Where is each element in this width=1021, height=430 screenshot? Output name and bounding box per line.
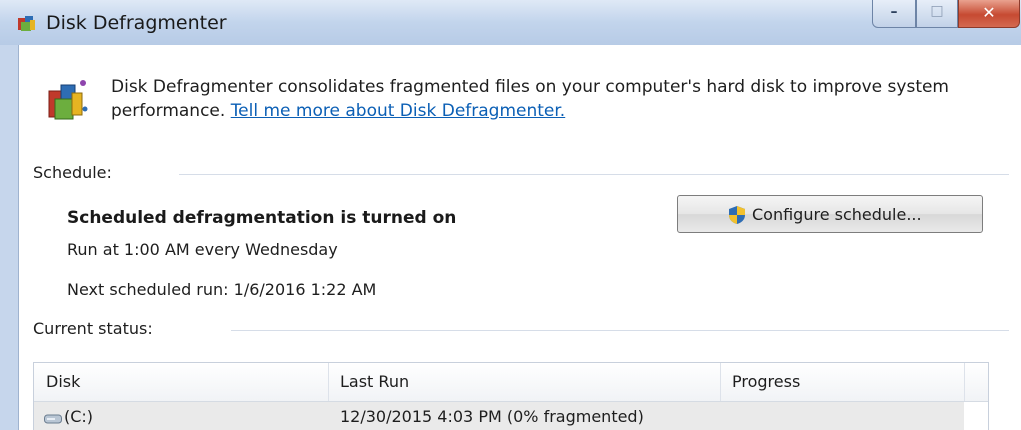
configure-schedule-button[interactable]: Configure schedule... [677, 195, 983, 233]
maximize-button[interactable]: □ [916, 0, 958, 28]
table-row[interactable]: (C:) 12/30/2015 4:03 PM (0% fragmented) [34, 402, 964, 430]
schedule-run-at: Run at 1:00 AM every Wednesday [67, 240, 338, 259]
configure-schedule-label: Configure schedule... [752, 205, 922, 224]
column-separator[interactable] [328, 363, 329, 401]
window-title: Disk Defragmenter [46, 12, 227, 34]
main-content: Disk Defragmenter consolidates fragmente… [18, 45, 1021, 430]
close-icon: ✕ [982, 3, 996, 22]
maximize-icon: □ [930, 3, 944, 19]
current-status-divider [231, 330, 1009, 331]
schedule-section-label: Schedule: [33, 163, 112, 182]
hard-drive-icon [44, 414, 62, 424]
tell-me-more-link[interactable]: Tell me more about Disk Defragmenter. [231, 101, 566, 121]
column-header-last-run[interactable]: Last Run [340, 372, 409, 391]
disk-status-table: Disk Last Run Progress (C:) 12/30/2015 4… [33, 362, 989, 430]
minimize-button[interactable]: – [872, 0, 916, 28]
disk-name: (C:) [64, 407, 94, 426]
minimize-icon: – [890, 4, 898, 20]
schedule-next-run: Next scheduled run: 1/6/2016 1:22 AM [67, 280, 377, 299]
defragmenter-app-icon [18, 16, 35, 31]
column-separator[interactable] [720, 363, 721, 401]
column-separator[interactable] [964, 363, 965, 401]
header-description: Disk Defragmenter consolidates fragmente… [111, 75, 1011, 123]
title-bar[interactable]: Disk Defragmenter – □ ✕ [0, 0, 1021, 45]
column-header-progress[interactable]: Progress [732, 372, 800, 391]
uac-shield-icon [729, 206, 745, 224]
column-header-disk[interactable]: Disk [46, 372, 80, 391]
schedule-divider [179, 174, 1009, 175]
defragmenter-icon [48, 80, 88, 120]
last-run: 12/30/2015 4:03 PM (0% fragmented) [340, 407, 644, 426]
close-button[interactable]: ✕ [958, 0, 1020, 28]
window-controls: – □ ✕ [872, 0, 1020, 30]
current-status-label: Current status: [33, 319, 153, 338]
schedule-status: Scheduled defragmentation is turned on [67, 208, 457, 228]
disk-defragmenter-window: Disk Defragmenter – □ ✕ Disk Defragmente… [0, 0, 1021, 430]
table-header: Disk Last Run Progress [34, 363, 988, 402]
